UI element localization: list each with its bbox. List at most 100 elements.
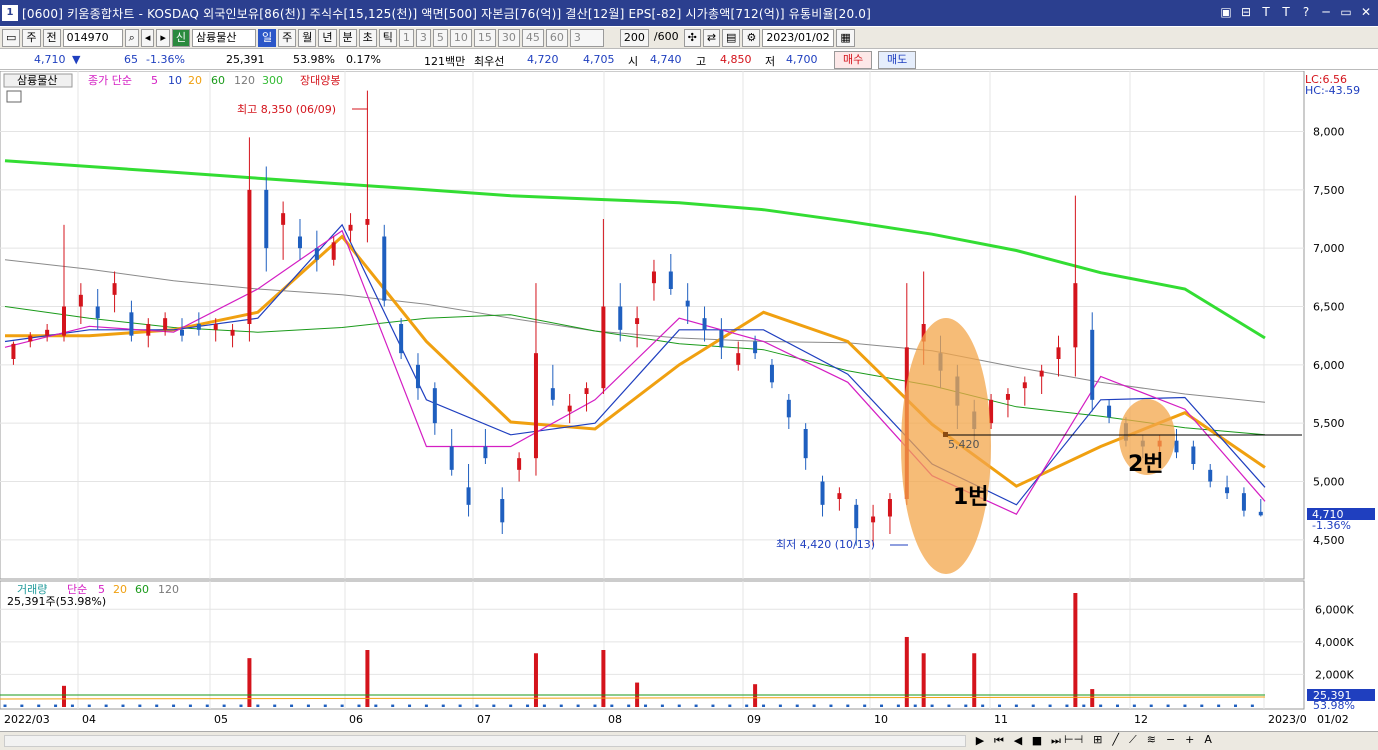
mark-1-label: 1번 [953, 485, 989, 510]
count-input[interactable]: 200 [619, 28, 649, 47]
chart-area[interactable]: 삼륭물산 종가 단순 5 10 20 60 120 300 장대양봉 LC:6.… [0, 70, 1378, 731]
interval-3[interactable]: 3 [415, 28, 431, 47]
help-icon[interactable]: ? [1298, 4, 1314, 20]
volume-bar [1200, 704, 1204, 707]
chart-nav-controls: ▶ ⏮ ◀ ■ ⏭ [972, 733, 1064, 749]
link-icon[interactable]: ⇄ [702, 28, 721, 47]
x-tick-label: 11 [994, 713, 1008, 726]
volume-bar [424, 704, 428, 707]
font-t2-icon[interactable]: T [1278, 4, 1294, 20]
back-icon[interactable]: ◀ [1010, 733, 1026, 749]
volume-bar [1065, 704, 1069, 707]
stop-icon[interactable]: ■ [1029, 733, 1045, 749]
volume-bar [475, 704, 479, 707]
interval-1[interactable]: 1 [398, 28, 414, 47]
save-icon[interactable]: ▤ [722, 28, 741, 47]
candle-body [95, 306, 100, 319]
period-tick[interactable]: 틱 [378, 28, 397, 47]
maximize-icon[interactable]: ▭ [1338, 4, 1354, 20]
close-icon[interactable]: ✕ [1358, 4, 1374, 20]
volume-bar [753, 684, 758, 707]
chart-type-icon[interactable]: ▭ [2, 28, 21, 47]
current-pct-label: -1.36% [1312, 519, 1351, 532]
plus-icon[interactable]: + [1185, 733, 1194, 747]
x-tick-label: 12 [1134, 713, 1148, 726]
calendar-icon[interactable]: ▦ [836, 28, 855, 47]
settings-icon[interactable]: ⚙ [742, 28, 761, 47]
type-button[interactable]: 전 [42, 28, 61, 47]
volume-y-tick-label: 4,000K [1315, 636, 1354, 649]
ruler-icon[interactable]: ⊢⊣ [1064, 733, 1083, 747]
volume-bar [87, 704, 91, 707]
candle-body [112, 283, 117, 295]
stock-chart[interactable]: 삼륭물산 종가 단순 5 10 20 60 120 300 장대양봉 LC:6.… [0, 70, 1378, 731]
forward-icon[interactable]: ⏭ [1048, 733, 1064, 749]
volume-bar [930, 704, 934, 707]
candle-body [1225, 487, 1230, 494]
prev-icon[interactable]: ◂ [140, 28, 155, 47]
interval-45[interactable]: 45 [521, 28, 544, 47]
volume-bar [913, 704, 917, 707]
volume-bar [947, 704, 951, 707]
grid-icon[interactable]: ⊞ [1093, 733, 1102, 747]
candle-body [163, 318, 168, 330]
buy-button[interactable]: 매수 [834, 51, 873, 69]
horizontal-scrollbar[interactable] [4, 735, 966, 747]
next-icon[interactable]: ▸ [156, 28, 170, 47]
crosshair-icon[interactable]: ✣ [683, 28, 701, 47]
font-t-icon[interactable]: T [1258, 4, 1274, 20]
volume-bar [627, 704, 631, 707]
layout-icon[interactable]: ⊟ [1238, 4, 1254, 20]
interval-15[interactable]: 15 [473, 28, 496, 47]
stock-name-field[interactable]: 삼륭물산 [192, 28, 257, 47]
interval-60[interactable]: 60 [545, 28, 568, 47]
candle-body [500, 499, 505, 523]
window-controls: ▣ ⊟ T T ? ─ ▭ ✕ [1218, 4, 1374, 20]
period-day[interactable]: 일 [258, 28, 277, 47]
search-icon[interactable]: ⌕ [124, 28, 139, 47]
candle-body [146, 324, 151, 336]
text-tool-icon[interactable]: A [1204, 733, 1212, 747]
volume-ma-20: 20 [113, 583, 127, 596]
drawing-tools: ⊢⊣ ⊞ ╱ ⟋ ≋ − + A [1064, 733, 1364, 747]
period-month[interactable]: 월 [298, 28, 317, 47]
legend-ma-120: 120 [234, 74, 255, 87]
candle-body [348, 224, 353, 231]
table-icon[interactable] [6, 90, 22, 103]
low-annotation: 최저 4,420 (10/13) [776, 538, 875, 551]
minus-icon[interactable]: − [1166, 733, 1175, 747]
minimize-icon[interactable]: ─ [1318, 4, 1334, 20]
interval-5[interactable]: 5 [432, 28, 448, 47]
volume-bar [904, 636, 909, 707]
rewind-icon[interactable]: ⏮ [991, 733, 1007, 749]
volume-bar [795, 704, 799, 707]
date-input[interactable]: 2023/01/02 [762, 28, 835, 47]
y-tick-label: 7,000 [1313, 242, 1345, 255]
candle-body [449, 446, 454, 470]
candle-body [314, 248, 319, 260]
interval-30[interactable]: 30 [497, 28, 520, 47]
candle-body [281, 213, 286, 225]
candle-body [78, 294, 83, 307]
candle-body [887, 499, 892, 517]
candle-body [1039, 370, 1044, 377]
candle-body [719, 329, 724, 348]
period-year[interactable]: 년 [318, 28, 337, 47]
high-price: 4,850 [720, 53, 752, 66]
volume-bar [1149, 704, 1153, 707]
mode-select[interactable]: 주 [22, 28, 41, 47]
line-icon[interactable]: ╱ [1112, 733, 1119, 747]
period-minute[interactable]: 분 [338, 28, 357, 47]
sell-button[interactable]: 매도 [878, 51, 917, 69]
fib-icon[interactable]: ≋ [1147, 733, 1156, 747]
trend-icon[interactable]: ⟋ [1129, 733, 1137, 747]
play-icon[interactable]: ▶ [972, 733, 988, 749]
interval-input[interactable]: 3 [569, 28, 604, 47]
candle-body [550, 388, 555, 400]
period-week[interactable]: 주 [278, 28, 297, 47]
screen-icon[interactable]: ▣ [1218, 4, 1234, 20]
interval-10[interactable]: 10 [449, 28, 472, 47]
stock-code-input[interactable]: 014970 [62, 28, 123, 47]
period-second[interactable]: 초 [358, 28, 377, 47]
volume-current-pct: 53.98% [1313, 699, 1355, 712]
